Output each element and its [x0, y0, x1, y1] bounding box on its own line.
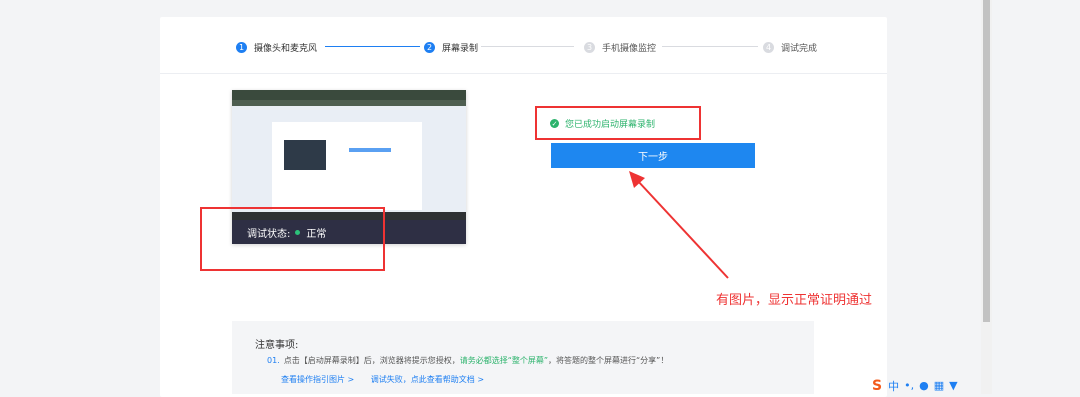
notice-links: 查看操作指引图片 > 调试失败，点此查看帮助文档 > [281, 374, 484, 385]
ime-language[interactable]: 中 [888, 378, 899, 394]
notice-item-highlight: 请务必都选择“整个屏幕” [459, 356, 549, 365]
notice-item-text-c: ，将答题的整个屏幕进行“分享”！ [548, 356, 669, 365]
guide-images-link[interactable]: 查看操作指引图片 > [281, 375, 354, 384]
notice-title: 注意事项: [255, 340, 299, 351]
notice-item-number: 01. [267, 356, 280, 365]
help-doc-link[interactable]: 调试失败，点此查看帮助文档 > [371, 375, 484, 384]
notice-item-text-a: 点击【启动屏幕录制】后，浏览器将提示您授权， [283, 356, 460, 365]
scrollbar-thumb[interactable] [983, 0, 990, 322]
skin-icon[interactable]: ▼ [949, 379, 957, 392]
sogou-logo-icon[interactable]: S [872, 378, 882, 394]
annotation-text: 有图片，显示正常证明通过 [716, 293, 873, 308]
microphone-icon[interactable]: ● [919, 379, 929, 392]
ime-punctuation[interactable]: •, [904, 379, 914, 392]
keyboard-icon[interactable]: ▦ [934, 379, 944, 392]
notice-item-1: 01. 点击【启动屏幕录制】后，浏览器将提示您授权，请务必都选择“整个屏幕”，将答… [267, 355, 668, 366]
notice-panel: 注意事项: 01. 点击【启动屏幕录制】后，浏览器将提示您授权，请务必都选择“整个… [232, 321, 814, 394]
page-scrollbar[interactable] [981, 0, 992, 394]
ime-toolbar[interactable]: S 中 •, ● ▦ ▼ [872, 377, 992, 394]
